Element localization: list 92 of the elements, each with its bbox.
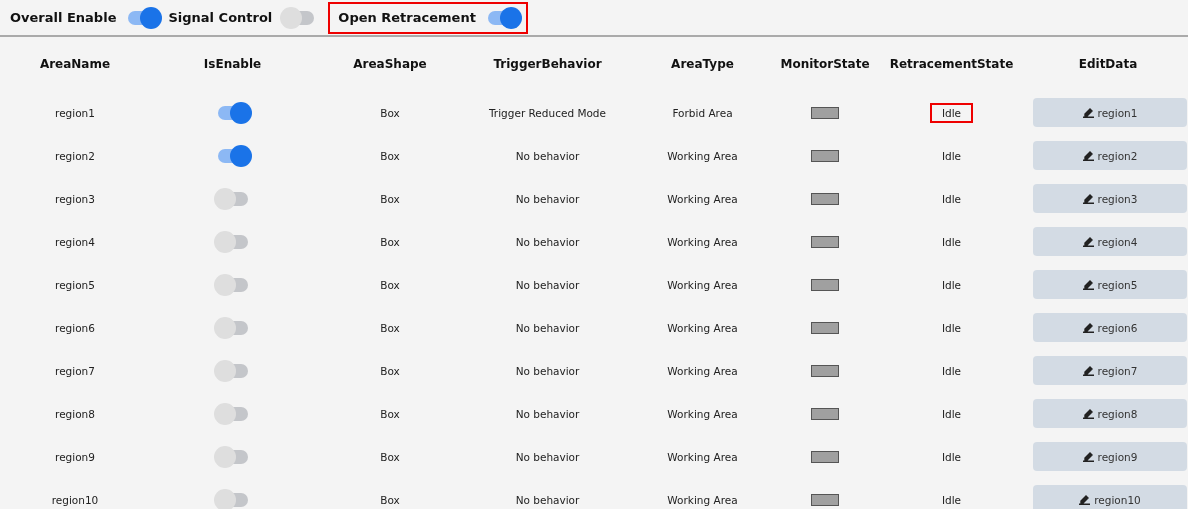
state-indicator <box>811 450 839 463</box>
table-cell-text: No behavior <box>514 493 581 506</box>
toggle-label: Open Retracement <box>338 10 476 25</box>
table-cell-text: Working Area <box>666 192 739 205</box>
table-cell-text: No behavior <box>514 364 581 377</box>
edit-button[interactable]: region8 <box>1033 399 1187 428</box>
table-cell-text: Working Area <box>666 493 739 506</box>
table-cell: Idle <box>929 102 974 123</box>
edit-button[interactable]: region6 <box>1033 313 1187 342</box>
table-cell-text: Working Area <box>666 235 739 248</box>
table-cell-text: region1 <box>54 106 96 119</box>
table-cell: Idle <box>941 321 962 334</box>
pencil-icon <box>1082 408 1095 419</box>
edit-button[interactable]: region10 <box>1033 485 1187 509</box>
table-cell-text: region7 <box>54 364 96 377</box>
table-cell-text: No behavior <box>514 407 581 420</box>
table-cell-text: region9 <box>54 450 96 463</box>
edit-button[interactable]: region5 <box>1033 270 1187 299</box>
column-header: AreaShape <box>352 57 428 71</box>
column-header: IsEnable <box>202 57 263 71</box>
table-cell: Idle <box>941 192 962 205</box>
state-indicator <box>811 106 839 119</box>
table-cell-text: region5 <box>54 278 96 291</box>
pencil-icon <box>1082 107 1095 118</box>
table-cell-text: Box <box>379 149 401 162</box>
table-cell: Idle <box>941 235 962 248</box>
toggle-label: Signal Control <box>168 10 273 25</box>
state-indicator <box>811 278 839 291</box>
column-header: MonitorState <box>779 57 871 71</box>
pencil-icon <box>1082 279 1095 290</box>
state-indicator <box>811 192 839 205</box>
edit-button[interactable]: region4 <box>1033 227 1187 256</box>
table-cell-text: No behavior <box>514 278 581 291</box>
table-cell-text: Box <box>379 450 401 463</box>
pencil-icon <box>1082 193 1095 204</box>
edit-button[interactable]: region3 <box>1033 184 1187 213</box>
table-cell-text: Box <box>379 235 401 248</box>
table-cell-text: No behavior <box>514 321 581 334</box>
pencil-icon <box>1082 322 1095 333</box>
table-cell-text: No behavior <box>514 192 581 205</box>
table-cell-text: Working Area <box>666 364 739 377</box>
table-cell-text: No behavior <box>514 235 581 248</box>
table-cell-text: region3 <box>54 192 96 205</box>
table-cell: Idle <box>941 149 962 162</box>
table-cell-text: region10 <box>50 493 100 506</box>
state-indicator <box>811 364 839 377</box>
toggle-label: Overall Enable <box>10 10 117 25</box>
state-indicator <box>811 493 839 506</box>
table-cell-text: Trigger Reduced Mode <box>488 106 607 119</box>
table-cell-text: Forbid Area <box>671 106 734 119</box>
table-cell: Idle <box>941 278 962 291</box>
toggle-switch[interactable] <box>217 492 248 507</box>
table-cell-text: Box <box>379 364 401 377</box>
edit-button[interactable]: region9 <box>1033 442 1187 471</box>
table-cell: Idle <box>941 364 962 377</box>
state-indicator <box>811 149 839 162</box>
column-header: AreaName <box>38 57 112 71</box>
table-cell-text: region6 <box>54 321 96 334</box>
table-cell: Idle <box>941 407 962 420</box>
table-cell-text: Box <box>379 106 401 119</box>
pencil-icon <box>1079 494 1092 505</box>
table-cell: Idle <box>941 450 962 463</box>
edit-button[interactable]: region1 <box>1033 98 1187 127</box>
table-cell-text: No behavior <box>514 450 581 463</box>
table-cell-text: region2 <box>54 149 96 162</box>
edit-button[interactable]: region7 <box>1033 356 1187 385</box>
table-cell-text: Box <box>379 192 401 205</box>
pencil-icon <box>1082 150 1095 161</box>
table-cell-text: Box <box>379 278 401 291</box>
column-header: TriggerBehavior <box>492 57 603 71</box>
edit-button[interactable]: region2 <box>1033 141 1187 170</box>
pencil-icon <box>1082 451 1095 462</box>
table-cell-text: Working Area <box>666 450 739 463</box>
table-cell-text: Working Area <box>666 321 739 334</box>
table-cell: Idle <box>941 493 962 506</box>
table-cell-text: Working Area <box>666 278 739 291</box>
table-cell-text: region8 <box>54 407 96 420</box>
table-cell-text: region4 <box>54 235 96 248</box>
state-indicator <box>811 321 839 334</box>
table-cell-text: No behavior <box>514 149 581 162</box>
table-cell-text: Box <box>379 321 401 334</box>
table-cell-text: Working Area <box>666 407 739 420</box>
state-indicator <box>811 407 839 420</box>
pencil-icon <box>1082 365 1095 376</box>
column-header: EditData <box>1077 57 1139 71</box>
column-header: AreaType <box>670 57 735 71</box>
state-indicator <box>811 235 839 248</box>
pencil-icon <box>1082 236 1095 247</box>
table-cell-text: Working Area <box>666 149 739 162</box>
table-cell-text: Box <box>379 407 401 420</box>
column-header: RetracementState <box>888 57 1015 71</box>
table-cell-text: Box <box>379 493 401 506</box>
